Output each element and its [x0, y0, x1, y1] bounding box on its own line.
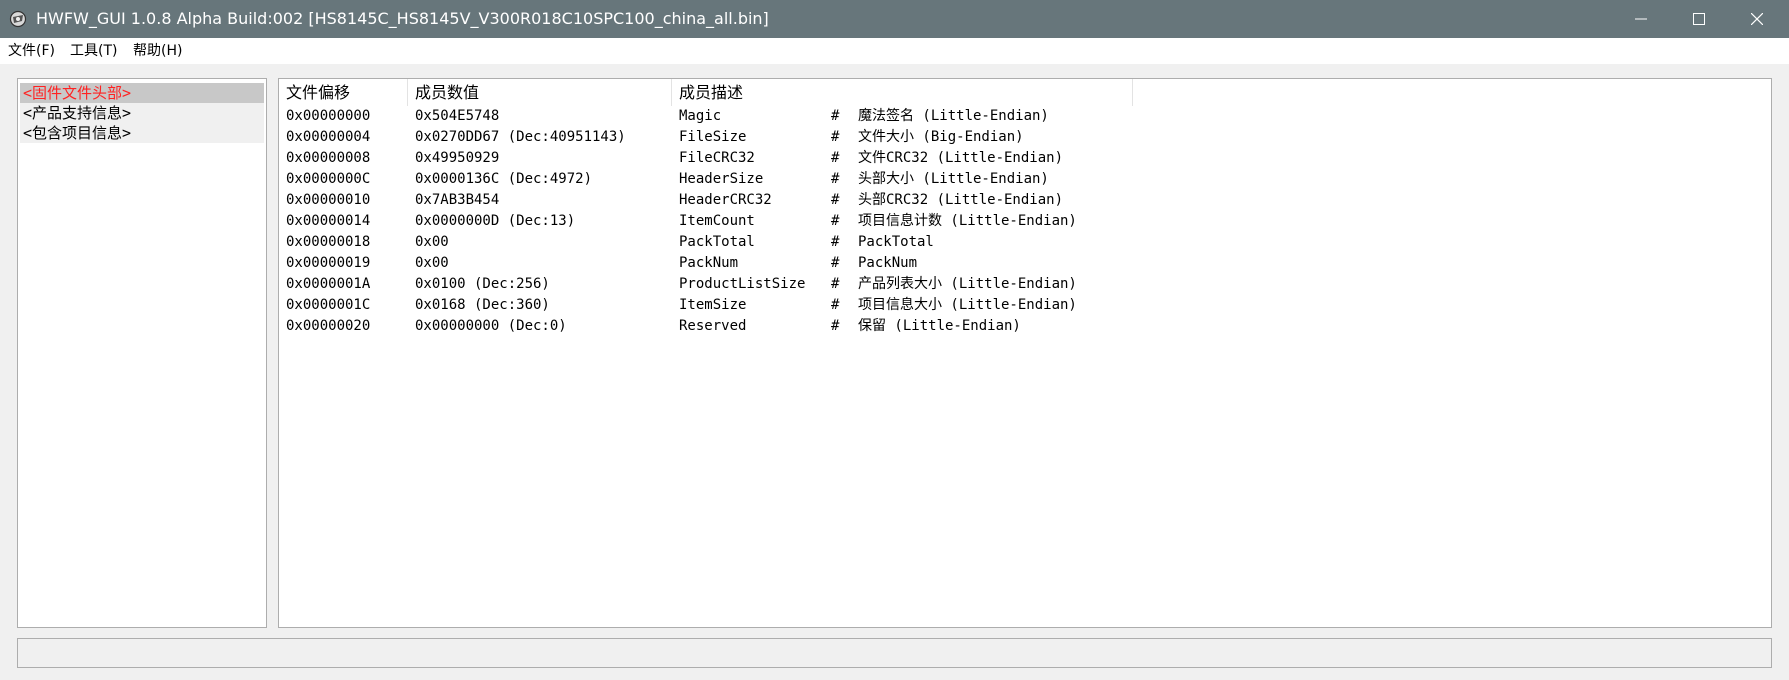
table-row[interactable]: 0x00000004 0x0270DD67 (Dec:40951143) Fil… — [279, 127, 1771, 148]
cell-offset: 0x00000014 — [286, 213, 371, 229]
cell-description: PackTotal — [858, 234, 934, 250]
cell-description: 项目信息计数 (Little-Endian) — [858, 213, 1077, 229]
app-icon — [9, 10, 27, 28]
cell-offset: 0x0000001C — [286, 297, 371, 313]
cell-value: 0x504E5748 — [415, 108, 500, 124]
maximize-button[interactable] — [1670, 0, 1728, 38]
table-body: 0x00000000 0x504E5748 Magic # 魔法签名 (Litt… — [279, 106, 1771, 337]
close-button[interactable] — [1728, 0, 1786, 38]
cell-hash: # — [831, 276, 840, 292]
cell-member: HeaderCRC32 — [679, 192, 772, 208]
table-row[interactable]: 0x00000018 0x00 PackTotal # PackTotal — [279, 232, 1771, 253]
cell-value: 0x0000000D (Dec:13) — [415, 213, 576, 229]
cell-description: 魔法签名 (Little-Endian) — [858, 108, 1049, 124]
cell-member: Magic — [679, 108, 722, 124]
cell-hash: # — [831, 213, 840, 229]
table-row[interactable]: 0x00000014 0x0000000D (Dec:13) ItemCount… — [279, 211, 1771, 232]
close-icon — [1751, 13, 1763, 25]
cell-member: ItemSize — [679, 297, 747, 313]
table-row[interactable]: 0x00000020 0x00000000 (Dec:0) Reserved #… — [279, 316, 1771, 337]
menu-tools[interactable]: 工具(T) — [70, 38, 117, 64]
cell-value: 0x0000136C (Dec:4972) — [415, 171, 593, 187]
client-area: <固件文件头部> <产品支持信息> <包含项目信息> 文件偏移 成员数值 成员描… — [0, 64, 1789, 680]
tree-item-included-items[interactable]: <包含项目信息> — [20, 123, 264, 143]
cell-description: 项目信息大小 (Little-Endian) — [858, 297, 1077, 313]
maximize-icon — [1693, 13, 1705, 25]
cell-description: 保留 (Little-Endian) — [858, 318, 1021, 334]
tree-item-firmware-header[interactable]: <固件文件头部> — [20, 83, 264, 103]
cell-offset: 0x00000004 — [286, 129, 371, 145]
cell-description: 头部大小 (Little-Endian) — [858, 171, 1049, 187]
section-tree[interactable]: <固件文件头部> <产品支持信息> <包含项目信息> — [17, 78, 267, 628]
cell-value: 0x00 — [415, 255, 449, 271]
cell-offset: 0x00000020 — [286, 318, 371, 334]
table-row[interactable]: 0x00000000 0x504E5748 Magic # 魔法签名 (Litt… — [279, 106, 1771, 127]
tree-item-product-support[interactable]: <产品支持信息> — [20, 103, 264, 123]
column-header-description[interactable]: 成员描述 — [672, 79, 1133, 106]
cell-hash: # — [831, 234, 840, 250]
cell-member: ItemCount — [679, 213, 755, 229]
cell-value: 0x49950929 — [415, 150, 500, 166]
cell-offset: 0x00000018 — [286, 234, 371, 250]
cell-description: 文件大小 (Big-Endian) — [858, 129, 1024, 145]
table-row[interactable]: 0x0000000C 0x0000136C (Dec:4972) HeaderS… — [279, 169, 1771, 190]
title-bar[interactable]: HWFW_GUI 1.0.8 Alpha Build:002 [HS8145C_… — [0, 0, 1789, 38]
cell-member: HeaderSize — [679, 171, 764, 187]
cell-hash: # — [831, 255, 840, 271]
cell-offset: 0x00000019 — [286, 255, 371, 271]
column-header-offset[interactable]: 文件偏移 — [279, 79, 408, 106]
table-row[interactable]: 0x0000001A 0x0100 (Dec:256) ProductListS… — [279, 274, 1771, 295]
cell-description: 产品列表大小 (Little-Endian) — [858, 276, 1077, 292]
cell-value: 0x7AB3B454 — [415, 192, 500, 208]
cell-description: 头部CRC32 (Little-Endian) — [858, 192, 1064, 208]
cell-hash: # — [831, 171, 840, 187]
cell-offset: 0x00000008 — [286, 150, 371, 166]
minimize-button[interactable] — [1612, 0, 1670, 38]
cell-offset: 0x00000000 — [286, 108, 371, 124]
cell-member: FileCRC32 — [679, 150, 755, 166]
table-row[interactable]: 0x0000001C 0x0168 (Dec:360) ItemSize # 项… — [279, 295, 1771, 316]
cell-hash: # — [831, 297, 840, 313]
cell-value: 0x0168 (Dec:360) — [415, 297, 550, 313]
menu-help[interactable]: 帮助(H) — [133, 38, 182, 64]
cell-member: FileSize — [679, 129, 747, 145]
cell-hash: # — [831, 192, 840, 208]
detail-list[interactable]: 文件偏移 成员数值 成员描述 0x00000000 0x504E5748 Mag… — [278, 78, 1772, 628]
table-row[interactable]: 0x00000008 0x49950929 FileCRC32 # 文件CRC3… — [279, 148, 1771, 169]
cell-value: 0x0100 (Dec:256) — [415, 276, 550, 292]
menu-bar: 文件(F) 工具(T) 帮助(H) — [0, 38, 1789, 64]
table-row[interactable]: 0x00000010 0x7AB3B454 HeaderCRC32 # 头部CR… — [279, 190, 1771, 211]
cell-description: PackNum — [858, 255, 918, 271]
cell-hash: # — [831, 129, 840, 145]
menu-file[interactable]: 文件(F) — [8, 38, 55, 64]
cell-member: PackTotal — [679, 234, 755, 250]
cell-hash: # — [831, 150, 840, 166]
status-bar — [17, 638, 1772, 668]
cell-offset: 0x00000010 — [286, 192, 371, 208]
cell-description: 文件CRC32 (Little-Endian) — [858, 150, 1064, 166]
window-title: HWFW_GUI 1.0.8 Alpha Build:002 [HS8145C_… — [36, 9, 769, 28]
cell-member: ProductListSize — [679, 276, 806, 292]
cell-member: PackNum — [679, 255, 739, 271]
cell-member: Reserved — [679, 318, 747, 334]
column-header-value[interactable]: 成员数值 — [408, 79, 672, 106]
cell-hash: # — [831, 318, 840, 334]
cell-hash: # — [831, 108, 840, 124]
cell-value: 0x00000000 (Dec:0) — [415, 318, 567, 334]
cell-value: 0x00 — [415, 234, 449, 250]
cell-offset: 0x0000000C — [286, 171, 371, 187]
cell-value: 0x0270DD67 (Dec:40951143) — [415, 129, 626, 145]
table-row[interactable]: 0x00000019 0x00 PackNum # PackNum — [279, 253, 1771, 274]
cell-offset: 0x0000001A — [286, 276, 371, 292]
minimize-icon — [1635, 18, 1647, 20]
